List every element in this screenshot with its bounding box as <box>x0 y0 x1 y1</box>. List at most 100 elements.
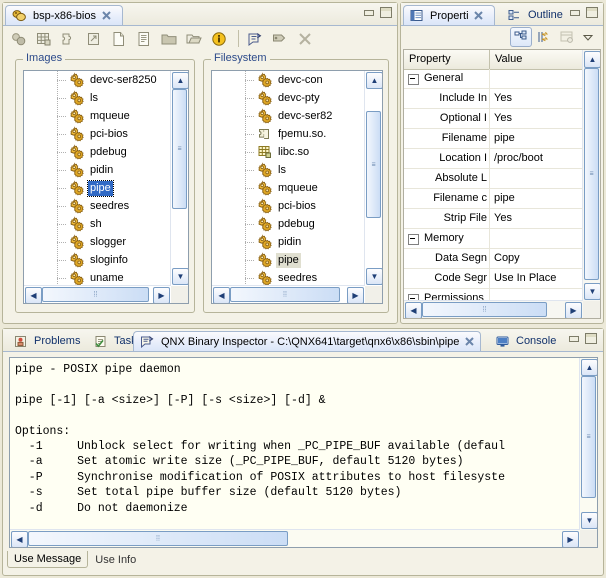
list-item[interactable]: fpemu.so. <box>212 125 365 143</box>
close-icon[interactable] <box>102 11 111 20</box>
scroll-down-button[interactable]: ▼ <box>366 268 383 285</box>
scroll-thumb[interactable]: ≡ <box>172 89 187 209</box>
scroll-left-button[interactable]: ◀ <box>11 531 28 548</box>
add-library-icon[interactable] <box>36 31 52 47</box>
scroll-thumb[interactable]: ⁞⁞ <box>230 287 340 302</box>
property-value[interactable] <box>490 169 583 188</box>
tab-console[interactable]: Console <box>489 331 563 351</box>
show-advanced-icon[interactable] <box>536 29 552 45</box>
list-item[interactable]: mqueue <box>24 107 171 125</box>
scroll-thumb[interactable]: ≡ <box>584 68 599 280</box>
table-row[interactable]: Strip FileYes <box>404 209 583 229</box>
scroll-up-button[interactable]: ▲ <box>172 72 189 89</box>
scroll-thumb[interactable]: ⁞⁞ <box>42 287 149 302</box>
build-image-icon[interactable] <box>11 31 27 47</box>
images-tree[interactable]: devc-ser8250lsmqueuepci-biospdebugpidinp… <box>23 70 189 304</box>
list-item[interactable]: devc-ser8250 <box>24 71 171 89</box>
scroll-left-button[interactable]: ◀ <box>405 302 422 319</box>
list-item[interactable]: sloginfo <box>24 251 171 269</box>
info-icon[interactable] <box>211 31 227 47</box>
list-item[interactable]: sh <box>24 215 171 233</box>
scroll-up-button[interactable]: ▲ <box>581 359 598 376</box>
tree-expander[interactable] <box>408 234 419 245</box>
property-value[interactable]: Yes <box>490 89 583 108</box>
scroll-down-button[interactable]: ▼ <box>584 283 601 300</box>
table-row[interactable]: Optional IYes <box>404 109 583 129</box>
property-value[interactable]: Copy <box>490 249 583 268</box>
list-item[interactable]: pci-bios <box>24 125 171 143</box>
images-horizontal-scrollbar[interactable]: ◀ ⁞⁞ ▶ <box>24 285 171 303</box>
list-item[interactable]: seedres <box>212 269 365 286</box>
list-item[interactable]: slogger <box>24 233 171 251</box>
remove-icon[interactable] <box>297 31 313 47</box>
list-item[interactable]: uname <box>24 269 171 286</box>
scroll-thumb[interactable]: ≡ <box>366 111 381 218</box>
editor-tab-bsp-x86-bios[interactable]: bsp-x86-bios <box>5 5 123 25</box>
filesystem-vertical-scrollbar[interactable]: ▲ ≡ ▼ <box>364 71 382 286</box>
tab-outline[interactable]: Outline <box>501 5 573 25</box>
scroll-down-button[interactable]: ▼ <box>172 268 189 285</box>
scroll-down-button[interactable]: ▼ <box>581 512 598 529</box>
list-item[interactable]: pipe <box>212 251 365 269</box>
scroll-up-button[interactable]: ▲ <box>584 51 601 68</box>
property-value[interactable]: Yes <box>490 209 583 228</box>
list-item[interactable]: seedres <box>24 197 171 215</box>
scroll-thumb[interactable]: ⁞⁞ <box>28 531 288 546</box>
property-value[interactable] <box>490 69 583 88</box>
minimize-icon[interactable] <box>569 7 581 18</box>
maximize-icon[interactable] <box>585 333 597 344</box>
list-item[interactable]: mqueue <box>212 179 365 197</box>
list-item[interactable]: pdebug <box>24 143 171 161</box>
list-item[interactable]: pidin <box>24 161 171 179</box>
inspector-icon[interactable] <box>247 31 263 47</box>
table-row[interactable]: Memory <box>404 229 583 249</box>
scroll-right-button[interactable]: ▶ <box>562 531 579 548</box>
column-header-property[interactable]: Property <box>404 50 490 69</box>
console-horizontal-scrollbar[interactable]: ◀ ⁞⁞ ▶ <box>10 529 580 547</box>
scroll-right-button[interactable]: ▶ <box>153 287 170 304</box>
filesystem-horizontal-scrollbar[interactable]: ◀ ⁞⁞ ▶ <box>212 285 365 303</box>
list-item[interactable]: ls <box>24 89 171 107</box>
view-menu-icon[interactable] <box>582 31 594 43</box>
list-item[interactable]: pci-bios <box>212 197 365 215</box>
list-item[interactable]: devc-ser82 <box>212 107 365 125</box>
folder-closed-icon[interactable] <box>161 31 177 47</box>
table-row[interactable]: Absolute L <box>404 169 583 189</box>
scroll-thumb[interactable]: ≡ <box>581 376 596 498</box>
properties-table[interactable]: Property Value GeneralInclude InYesOptio… <box>404 50 600 318</box>
scroll-up-button[interactable]: ▲ <box>366 72 383 89</box>
list-item[interactable]: libc.so <box>212 143 365 161</box>
scroll-thumb[interactable]: ⁞⁞ <box>422 302 547 317</box>
close-icon[interactable] <box>474 11 483 20</box>
property-value[interactable]: pipe <box>490 129 583 148</box>
property-value[interactable]: Use In Place <box>490 269 583 288</box>
table-row[interactable]: Code SegrUse In Place <box>404 269 583 289</box>
minimize-icon[interactable] <box>363 7 375 18</box>
scroll-left-button[interactable]: ◀ <box>213 287 230 304</box>
maximize-icon[interactable] <box>380 7 392 18</box>
table-row[interactable]: Location I/proc/boot <box>404 149 583 169</box>
filesystem-tree[interactable]: devc-condevc-ptydevc-ser82fpemu.so.libc.… <box>211 70 383 304</box>
properties-vertical-scrollbar[interactable]: ▲ ≡ ▼ <box>582 50 600 301</box>
list-item[interactable]: ls <box>212 161 365 179</box>
tab-qnx-binary-inspector[interactable]: QNX Binary Inspector - C:\QNX641\target\… <box>133 331 481 351</box>
show-categories-icon[interactable] <box>510 27 532 47</box>
folder-open-icon[interactable] <box>186 31 202 47</box>
table-row[interactable]: General <box>404 69 583 89</box>
images-vertical-scrollbar[interactable]: ▲ ≡ ▼ <box>170 71 188 286</box>
add-link-icon[interactable] <box>86 31 102 47</box>
list-item[interactable]: pidin <box>212 233 365 251</box>
tab-problems[interactable]: Problems <box>7 331 83 351</box>
list-item[interactable]: devc-pty <box>212 89 365 107</box>
scroll-right-button[interactable]: ▶ <box>565 302 582 319</box>
minimize-icon[interactable] <box>568 333 580 344</box>
list-item[interactable]: pdebug <box>212 215 365 233</box>
property-value[interactable]: pipe <box>490 189 583 208</box>
tab-properties[interactable]: Properti <box>403 5 495 25</box>
add-dll-icon[interactable] <box>61 31 77 47</box>
new-script-icon[interactable] <box>136 31 152 47</box>
table-row[interactable]: Include InYes <box>404 89 583 109</box>
close-icon[interactable] <box>465 337 474 346</box>
tree-expander[interactable] <box>408 74 419 85</box>
sub-tab-use-info[interactable]: Use Info <box>88 551 143 568</box>
